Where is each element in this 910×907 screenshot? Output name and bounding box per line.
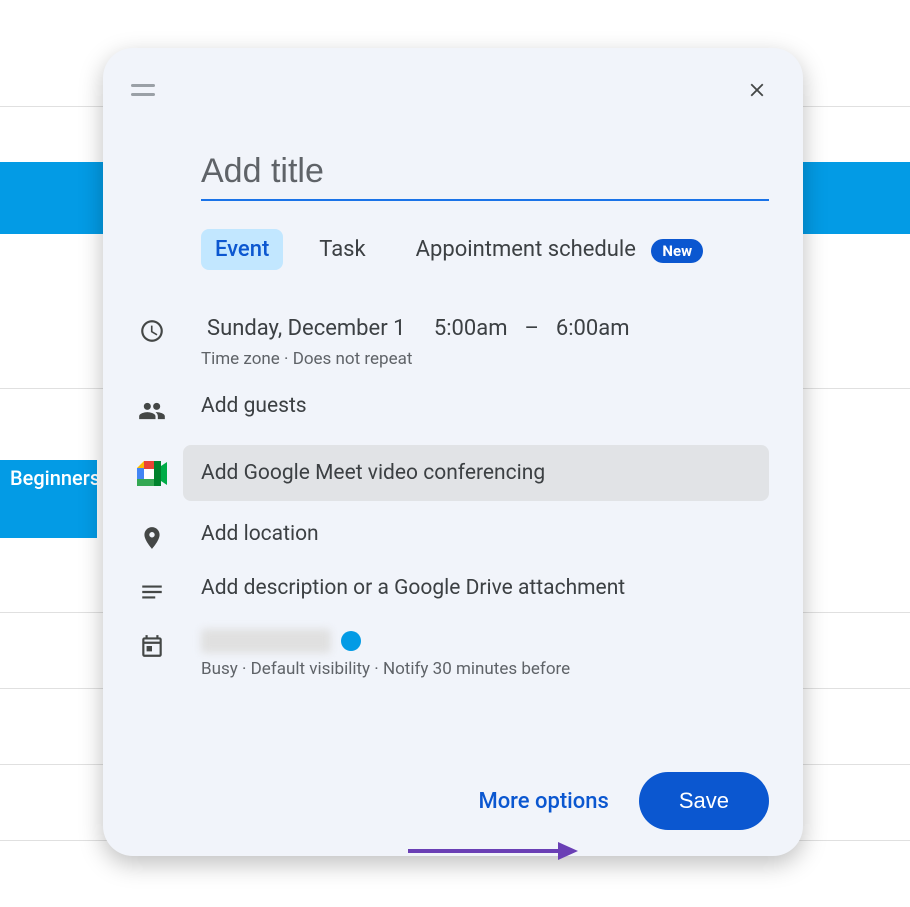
save-button[interactable]: Save (639, 772, 769, 830)
close-icon (746, 79, 768, 101)
google-meet-icon (137, 461, 167, 486)
location-icon (139, 525, 165, 551)
add-guests-button[interactable]: Add guests (201, 394, 307, 418)
guests-row: Add guests (103, 381, 769, 437)
title-input[interactable] (201, 148, 769, 201)
background-event-partial: Beginners T (0, 460, 97, 538)
calendar-settings-label[interactable]: Busy · Default visibility · Notify 30 mi… (201, 659, 769, 679)
tab-event[interactable]: Event (201, 229, 283, 270)
people-icon (138, 397, 166, 425)
clock-icon (139, 318, 165, 344)
timezone-repeat-label[interactable]: Time zone · Does not repeat (201, 349, 769, 369)
event-create-modal: Event Task Appointment schedule New Sund… (103, 48, 803, 856)
calendar-color-dot[interactable] (341, 631, 361, 651)
description-row: Add description or a Google Drive attach… (103, 563, 769, 617)
end-time-field[interactable]: 6:00am (550, 314, 636, 343)
add-location-button[interactable]: Add location (201, 522, 319, 546)
calendar-settings-row: Busy · Default visibility · Notify 30 mi… (103, 617, 769, 691)
calendar-icon (139, 633, 165, 659)
new-badge: New (651, 239, 703, 263)
tab-appointment-schedule[interactable]: Appointment schedule New (402, 229, 707, 270)
event-type-tabs: Event Task Appointment schedule New (103, 201, 803, 270)
add-google-meet-button[interactable]: Add Google Meet video conferencing (183, 445, 769, 501)
date-field[interactable]: Sunday, December 1 (201, 314, 411, 343)
add-description-button[interactable]: Add description or a Google Drive attach… (201, 576, 625, 600)
close-button[interactable] (739, 72, 775, 108)
tab-task[interactable]: Task (305, 229, 379, 270)
start-time-field[interactable]: 5:00am (428, 314, 514, 343)
calendar-name-redacted (201, 629, 331, 653)
drag-handle-icon[interactable] (131, 84, 155, 96)
time-dash: – (524, 316, 538, 341)
meet-row: Add Google Meet video conferencing (103, 437, 769, 509)
datetime-row: Sunday, December 1 5:00am – 6:00am Time … (103, 302, 769, 381)
location-row: Add location (103, 509, 769, 563)
tab-label: Appointment schedule (416, 237, 636, 262)
notes-icon (139, 579, 165, 605)
more-options-button[interactable]: More options (478, 789, 608, 814)
